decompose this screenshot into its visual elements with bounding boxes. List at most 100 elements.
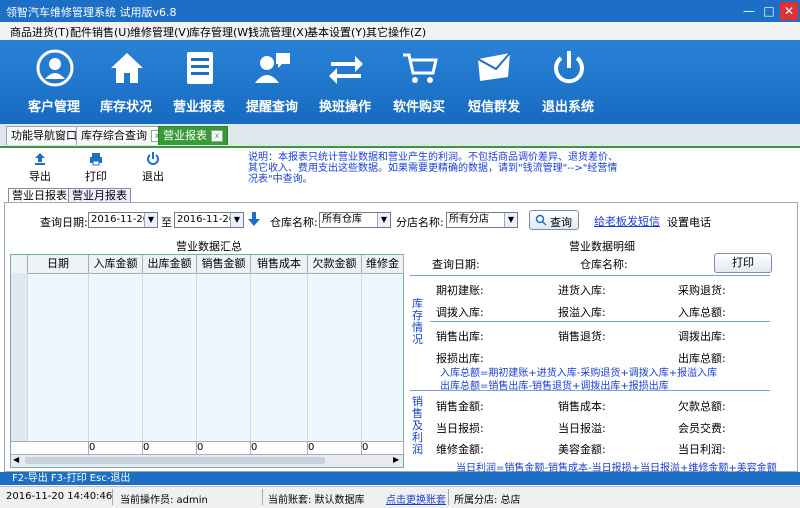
power-icon [147,152,159,165]
repair-amount-label: 维修金额: [436,443,484,456]
chevron-down-icon[interactable]: ▼ [230,213,243,227]
menu-sales[interactable]: 配件销售(U) [70,24,131,40]
swap-icon [329,56,363,84]
purchase-in-label: 进货入库: [558,284,606,297]
date-to-label: 至 [161,216,172,229]
col-header[interactable]: 维修金额 [362,255,404,274]
chevron-down-icon[interactable]: ▼ [377,213,390,227]
hotkey-bar: F2-导出 F3-打印 Esc-退出 [0,472,800,485]
home-icon [111,53,143,83]
menu-bar: 商品进货(T) 配件销售(U) 维修管理(V) 库存管理(W) 钱流管理(X) … [0,22,800,41]
toolbar-reminder-button[interactable]: 提醒查询 [236,40,308,124]
date-to-value: 2016-11-20 [177,214,236,225]
arrow-down-icon[interactable] [248,212,260,226]
overflow-in-label: 报溢入库: [558,306,606,319]
menu-inventory[interactable]: 库存管理(W) [189,24,252,40]
toolbar-report-button[interactable]: 营业报表 [163,40,235,124]
date-from-picker[interactable]: 2016-11-20 ▼ [88,212,158,228]
separator [262,489,263,505]
report-note: 说明：本报表只统计营业数据和营业产生的利润。不包括商品调价差异、退货差价、其它收… [248,152,618,185]
toolbar-label: 退出系统 [541,100,594,115]
export-button[interactable]: 导出 [22,152,58,184]
tab-close-icon[interactable]: x [211,130,223,142]
branch-label: 分店名称: [396,216,444,229]
horizontal-scrollbar[interactable]: ◀ ▶ [11,454,403,467]
toolbar-sms-button[interactable]: 短信群发 [458,40,530,124]
document-tabs: 功能导航窗口 库存综合查询 x 营业报表 x [0,124,800,148]
grid-column [89,273,143,441]
branch-value: 所有分店 [449,214,489,225]
total-cell: 0 [143,441,197,454]
col-header[interactable]: 日期 [28,255,89,274]
col-header[interactable]: 欠款金额 [308,255,362,274]
daily-loss-label: 当日报损: [436,422,484,435]
scroll-left-icon[interactable]: ◀ [13,455,19,464]
menu-settings[interactable]: 基本设置(Y) [307,24,366,40]
grid-column [143,273,197,441]
scrollbar-thumb[interactable] [25,457,325,464]
detail-print-button[interactable]: 打印 [714,253,772,273]
tab-label: 营业报表 [163,129,207,142]
chat-user-icon [255,53,290,83]
tab-label: 库存综合查询 [81,129,147,142]
toolbar-shift-button[interactable]: 换班操作 [309,40,381,124]
toolbar-stock-button[interactable]: 库存状况 [90,40,162,124]
tab-business-report[interactable]: 营业报表 x [158,126,228,145]
minimize-button[interactable]: — [740,2,758,20]
scroll-right-icon[interactable]: ▶ [393,455,399,464]
separator [112,489,113,505]
menu-other[interactable]: 其它操作(Z) [366,24,426,40]
title-bar: 领智汽车维修管理系统 试用版v6.8 — □ ✕ [0,0,800,22]
grid-corner [11,255,28,274]
col-header[interactable]: 入库金额 [89,255,143,274]
opening-balance-label: 期初建账: [436,284,484,297]
date-to-picker[interactable]: 2016-11-20 ▼ [174,212,244,228]
toolbar-exit-button[interactable]: 退出系统 [532,40,604,124]
sms-boss-link[interactable]: 给老板发短信 [594,213,660,229]
total-cell: 0 [89,441,143,454]
tab-navigation[interactable]: 功能导航窗口 [6,126,82,145]
query-button[interactable]: 查询 [529,210,579,230]
total-cell: 0 [362,441,404,454]
menu-purchase[interactable]: 商品进货(T) [10,24,69,40]
total-cell [11,441,89,454]
detail-title: 营业数据明细 [569,240,635,253]
close-button[interactable]: ✕ [780,2,798,20]
chevron-down-icon[interactable]: ▼ [504,213,517,227]
daily-profit-label: 当日利润: [678,443,726,456]
export-icon [35,153,45,165]
maximize-button[interactable]: □ [760,2,778,20]
query-button-label: 查询 [550,216,572,229]
warehouse-label: 仓库名称: [270,216,318,229]
divider [410,390,770,391]
menu-cashflow[interactable]: 钱流管理(X) [248,24,308,40]
exit-button[interactable]: 退出 [135,152,171,184]
detail-warehouse-label: 仓库名称: [580,258,628,271]
list-icon [187,52,213,84]
warehouse-select[interactable]: 所有仓库 ▼ [319,212,391,228]
col-header[interactable]: 销售金额 [197,255,251,274]
change-account-link[interactable]: 点击更换账套 [386,491,446,506]
col-header[interactable]: 出库金额 [143,255,197,274]
col-header[interactable]: 销售成本 [251,255,308,274]
chevron-down-icon[interactable]: ▼ [144,213,157,227]
profit-section-label: 销售及利润 [412,395,423,456]
toolbar-purchase-button[interactable]: 软件购买 [383,40,455,124]
transfer-in-label: 调拨入库: [436,306,484,319]
set-phone-link[interactable]: 设置电话 [667,214,711,230]
cart-icon [403,53,438,83]
window-title: 领智汽车维修管理系统 试用版v6.8 [6,6,177,19]
stock-section-label: 库存情况 [412,297,423,346]
print-label: 打印 [85,170,107,183]
menu-repair[interactable]: 维修管理(V) [130,24,190,40]
branch-select[interactable]: 所有分店 ▼ [446,212,518,228]
hotkey-hint: F2-导出 F3-打印 Esc-退出 [12,473,131,484]
separator [448,489,449,505]
divider [410,275,770,276]
print-button[interactable]: 打印 [78,152,114,184]
exit-label: 退出 [142,170,164,183]
total-cell: 0 [251,441,308,454]
total-in-label: 入库总额: [678,306,726,319]
tab-stock-query[interactable]: 库存综合查询 x [76,126,168,145]
sales-cost-label: 销售成本: [558,400,606,413]
